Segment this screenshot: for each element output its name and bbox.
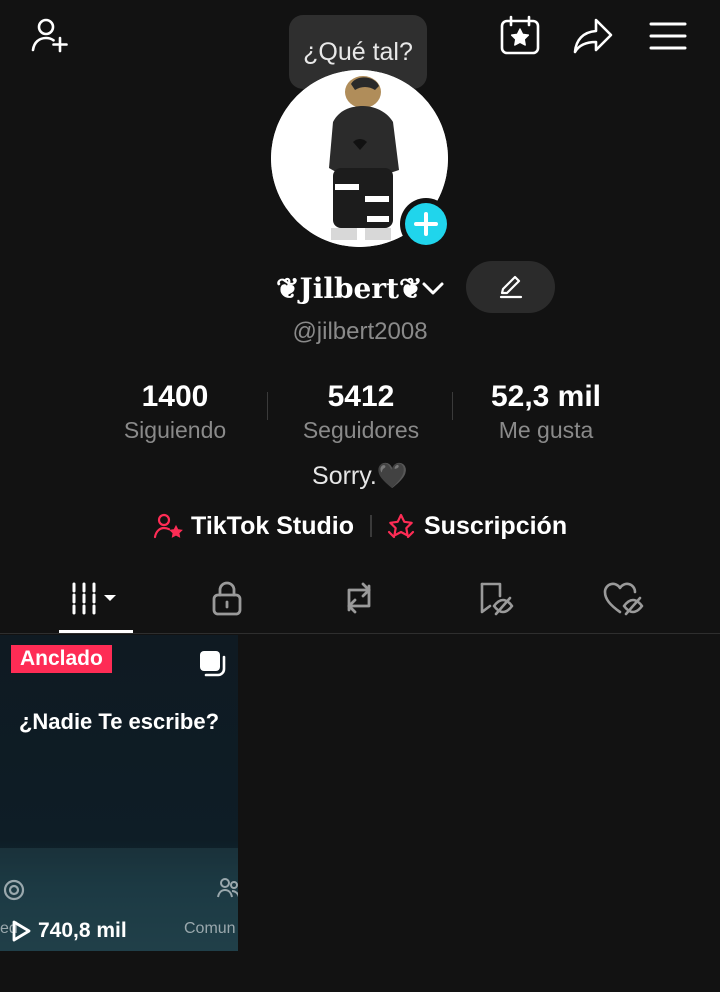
following-stat[interactable]: 1400 Siguiendo bbox=[110, 378, 240, 444]
star-hands-icon bbox=[387, 513, 415, 539]
video-caption: ¿Nadie Te escribe? bbox=[18, 709, 220, 734]
tiktok-studio-link[interactable]: TikTok Studio bbox=[153, 508, 354, 544]
menu-icon[interactable] bbox=[646, 14, 690, 58]
chevron-down-icon[interactable] bbox=[420, 275, 446, 301]
stat-divider bbox=[267, 392, 268, 420]
tooltip-text: ¿Qué tal? bbox=[303, 37, 413, 66]
pencil-icon bbox=[499, 275, 522, 299]
stat-divider bbox=[452, 392, 453, 420]
tab-favorites[interactable] bbox=[454, 572, 534, 624]
play-icon bbox=[12, 920, 31, 942]
camera-icon bbox=[0, 875, 30, 905]
grid-icon bbox=[72, 582, 116, 615]
overlay-right-text: Comun bbox=[184, 920, 236, 937]
calendar-star-icon[interactable] bbox=[498, 14, 542, 58]
tab-reposts[interactable] bbox=[319, 572, 399, 624]
lock-icon bbox=[212, 581, 242, 616]
repost-icon bbox=[347, 582, 371, 614]
link-divider bbox=[370, 515, 372, 537]
tiktok-studio-label: TikTok Studio bbox=[191, 511, 354, 540]
add-friend-icon[interactable] bbox=[28, 14, 72, 58]
pinned-badge: Anclado bbox=[11, 645, 112, 673]
subscription-label: Suscripción bbox=[424, 511, 568, 540]
following-count: 1400 bbox=[141, 380, 209, 413]
heart-hidden-icon bbox=[603, 582, 644, 616]
view-count-text: 740,8 mil bbox=[38, 919, 127, 942]
likes-count: 52,3 mil bbox=[490, 380, 602, 413]
share-icon[interactable] bbox=[571, 14, 615, 58]
subscription-link[interactable]: Suscripción bbox=[386, 508, 567, 544]
video-thumbnail[interactable]: Anclado ¿Nadie Te escribe? ed Comun 740,… bbox=[0, 635, 238, 951]
edit-profile-button[interactable] bbox=[466, 261, 555, 313]
username: @jilbert2008 bbox=[292, 318, 428, 345]
plus-icon bbox=[405, 203, 447, 245]
community-icon bbox=[216, 875, 238, 901]
profile-bio: Sorry.🖤 bbox=[312, 462, 408, 490]
following-label: Siguiendo bbox=[123, 417, 227, 443]
view-count: 740,8 mil bbox=[10, 917, 127, 945]
likes-label: Me gusta bbox=[498, 417, 594, 443]
followers-label: Seguidores bbox=[302, 417, 420, 443]
followers-stat[interactable]: 5412 Seguidores bbox=[292, 378, 430, 444]
tabs-divider bbox=[0, 633, 720, 634]
tab-private[interactable] bbox=[187, 572, 267, 624]
user-star-icon bbox=[153, 513, 183, 539]
tab-videos[interactable] bbox=[56, 572, 136, 624]
add-avatar-button[interactable] bbox=[400, 198, 452, 250]
followers-count: 5412 bbox=[327, 380, 395, 413]
likes-stat[interactable]: 52,3 mil Me gusta bbox=[476, 378, 616, 444]
multi-photo-icon bbox=[196, 647, 228, 679]
bookmark-hidden-icon bbox=[480, 582, 514, 616]
tab-liked[interactable] bbox=[584, 572, 664, 624]
display-name[interactable]: ❦Jilbert❦ bbox=[276, 268, 423, 308]
